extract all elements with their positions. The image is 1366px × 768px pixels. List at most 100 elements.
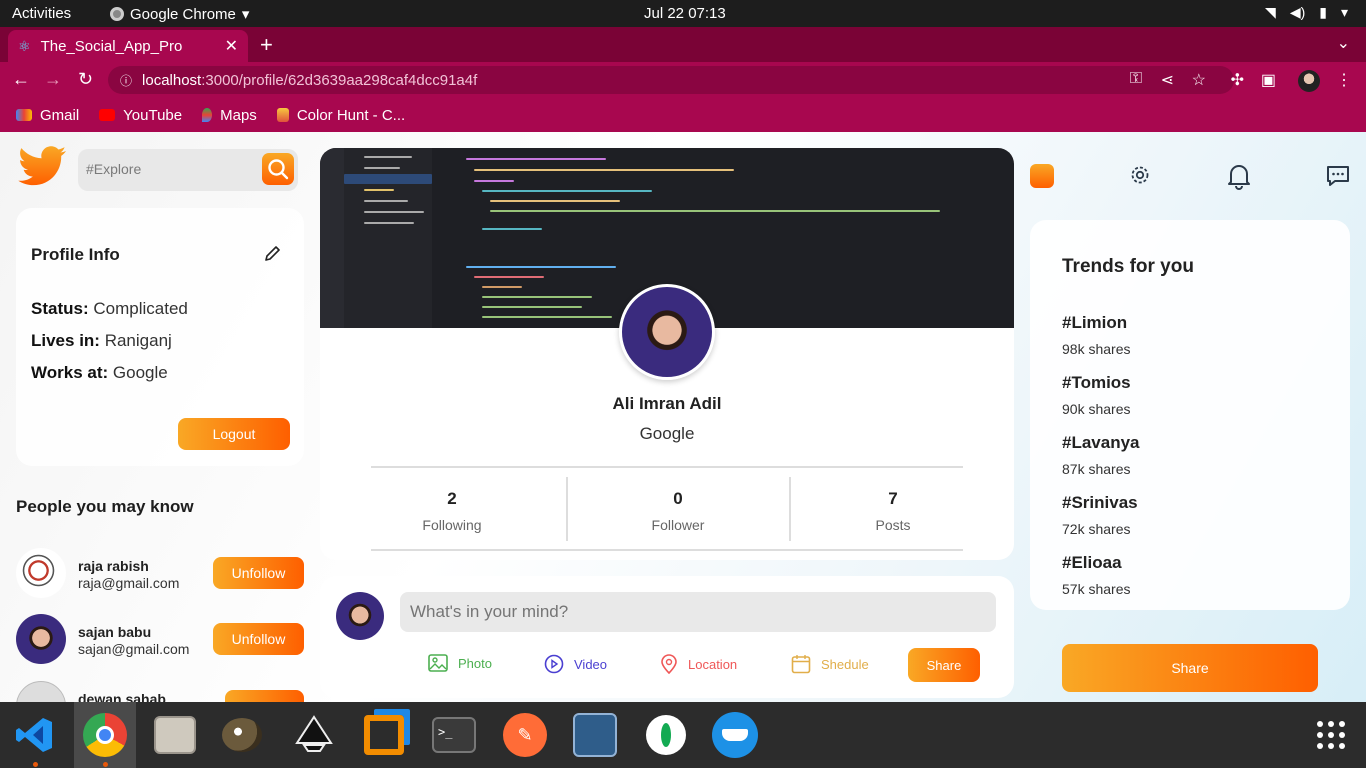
maps-icon	[202, 108, 213, 122]
lives-label: Lives in:	[31, 331, 100, 350]
location-label: Location	[688, 656, 738, 672]
extensions-icon[interactable]: ✣	[1231, 70, 1244, 90]
terminal-icon[interactable]: >_	[431, 712, 477, 758]
bookmark-maps[interactable]: Maps	[202, 107, 257, 124]
activities-button[interactable]: Activities	[12, 5, 71, 22]
trend-tag[interactable]: #Elioaa	[1062, 553, 1122, 573]
gimp-icon[interactable]	[219, 712, 265, 758]
stat-value: 2	[447, 489, 457, 508]
mongodb-compass-icon[interactable]	[643, 712, 689, 758]
chrome-icon[interactable]	[82, 712, 128, 758]
share-button[interactable]: Share	[1062, 644, 1318, 692]
bell-icon[interactable]	[1226, 162, 1252, 190]
post-input[interactable]	[400, 592, 996, 632]
video-option[interactable]: Video	[544, 654, 607, 674]
unfollow-button[interactable]: Unfollow	[213, 557, 304, 589]
status-label: Status:	[31, 299, 89, 318]
search-button[interactable]	[262, 153, 294, 185]
react-favicon-icon: ⚛	[18, 37, 31, 54]
site-info-icon[interactable]: ⓘ	[120, 72, 132, 89]
gear-icon[interactable]	[1129, 164, 1151, 186]
trend-tag[interactable]: #Limion	[1062, 313, 1127, 333]
gmail-icon	[16, 109, 32, 121]
vscode-icon[interactable]	[12, 712, 58, 758]
tab-title: The_Social_App_Pro	[40, 37, 183, 55]
new-tab-icon[interactable]: +	[260, 32, 273, 58]
battery-icon: ▮	[1319, 4, 1327, 20]
unfollow-button[interactable]: Unfollow	[213, 623, 304, 655]
share-page-icon[interactable]: ⋖	[1161, 70, 1174, 90]
caret-down-icon: ▾	[241, 6, 250, 23]
system-tray[interactable]: ◥ ◀) ▮ ▾	[1265, 4, 1348, 21]
trend-shares: 90k shares	[1062, 401, 1131, 417]
forward-icon[interactable]: →	[44, 69, 62, 90]
web-page: #Explore Profile Info Status: Complicate…	[0, 132, 1366, 702]
side-panel-icon[interactable]: ▣	[1261, 70, 1276, 90]
works-value: Google	[112, 363, 168, 382]
unfollow-button[interactable]	[225, 690, 304, 702]
share-post-button[interactable]: Share	[908, 648, 980, 682]
person-name: dewan sahab	[78, 691, 166, 702]
key-icon[interactable]: ⚿	[1130, 70, 1142, 88]
chrome-menu-icon[interactable]: ⋮	[1336, 70, 1352, 90]
close-tab-icon[interactable]: ✕	[225, 36, 238, 56]
profile-avatar-icon[interactable]	[1298, 70, 1320, 92]
stat-label: Following	[422, 517, 482, 533]
power-menu-icon: ▾	[1340, 4, 1348, 20]
postman-icon[interactable]: ✎	[502, 712, 548, 758]
trend-tag[interactable]: #Tomios	[1062, 373, 1131, 393]
bookmark-star-icon[interactable]: ☆	[1192, 70, 1206, 90]
trend-tag[interactable]: #Lavanya	[1062, 433, 1140, 453]
video-label: Video	[574, 656, 608, 672]
tab-search-icon[interactable]: ⌄	[1337, 33, 1350, 53]
schedule-option[interactable]: Shedule	[791, 654, 869, 674]
logout-button[interactable]: Logout	[178, 418, 290, 450]
stat-following[interactable]: 2 Following	[377, 489, 527, 533]
bookmark-youtube[interactable]: YouTube	[99, 107, 182, 124]
browser-tab[interactable]: ⚛ The_Social_App_Pro ✕	[8, 30, 248, 62]
color-hunt-icon	[276, 108, 289, 122]
search-input[interactable]: #Explore	[86, 161, 141, 177]
photo-option[interactable]: Photo	[428, 654, 492, 672]
reload-icon[interactable]: ↻	[78, 69, 93, 90]
files-icon[interactable]	[152, 712, 198, 758]
clock[interactable]: Jul 22 07:13	[644, 5, 726, 22]
mysql-workbench-icon[interactable]	[572, 712, 618, 758]
person-email: raja@gmail.com	[78, 575, 180, 591]
youtube-icon	[99, 109, 116, 121]
chat-icon[interactable]	[1325, 163, 1351, 189]
inkscape-icon[interactable]	[291, 712, 337, 758]
person-avatar	[16, 614, 66, 664]
running-indicator	[103, 762, 108, 767]
status-value: Complicated	[93, 299, 188, 318]
photo-label: Photo	[458, 655, 492, 671]
explore-search[interactable]: #Explore	[78, 149, 298, 191]
app-menu[interactable]: Google Chrome ▾	[110, 5, 249, 23]
volume-icon: ◀)	[1289, 4, 1306, 20]
bookmark-gmail[interactable]: Gmail	[16, 107, 79, 124]
search-icon	[268, 159, 289, 180]
back-icon[interactable]: ←	[12, 69, 30, 90]
home-icon[interactable]	[1030, 164, 1054, 188]
stat-follower[interactable]: 0 Follower	[603, 489, 753, 533]
show-applications-icon[interactable]	[1308, 712, 1354, 758]
trend-shares: 87k shares	[1062, 461, 1131, 477]
twitter-logo-icon[interactable]	[18, 146, 68, 188]
image-icon	[428, 654, 448, 672]
play-circle-icon	[544, 654, 564, 674]
bookmark-color-hunt[interactable]: Color Hunt - C...	[276, 107, 405, 124]
profile-info-title: Profile Info	[31, 245, 120, 264]
wifi-icon: ◥	[1265, 4, 1276, 20]
location-option[interactable]: Location	[660, 654, 737, 674]
address-bar[interactable]: ⓘ localhost:3000/profile/62d3639aa298caf…	[108, 66, 1234, 94]
user-avatar	[336, 592, 384, 640]
browser-toolbar: ← → ↻ ⓘ localhost:3000/profile/62d3639aa…	[0, 62, 1366, 98]
pencil-icon[interactable]	[263, 243, 283, 263]
docker-icon[interactable]	[712, 712, 758, 758]
divider	[566, 477, 568, 541]
vmware-icon[interactable]	[361, 712, 407, 758]
divider	[789, 477, 791, 541]
stat-posts[interactable]: 7 Posts	[818, 489, 968, 533]
schedule-label: Shedule	[821, 656, 869, 672]
trend-tag[interactable]: #Srinivas	[1062, 493, 1138, 513]
